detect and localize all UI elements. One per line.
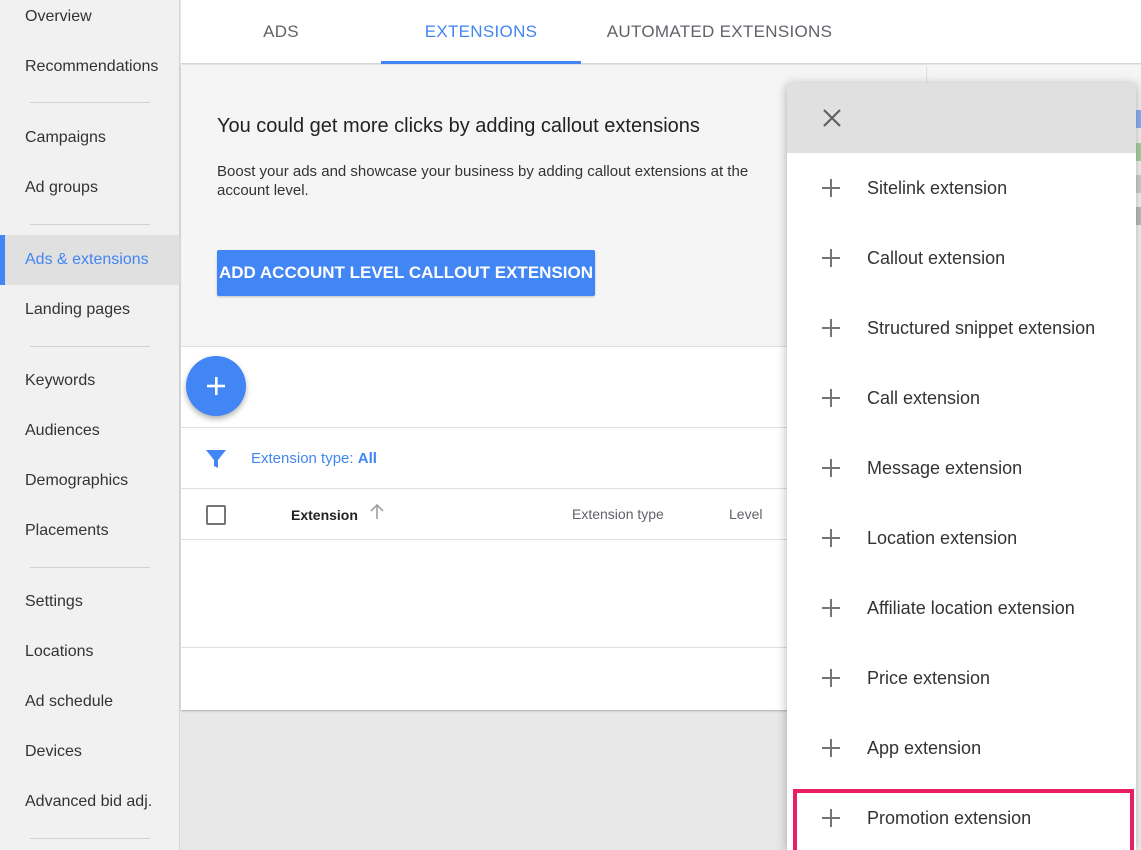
menu-item-label: Structured snippet extension	[867, 317, 1096, 338]
tab-automated-extensions[interactable]: AUTOMATED EXTENSIONS	[581, 0, 858, 64]
plus-icon	[822, 739, 840, 757]
sort-ascending-icon[interactable]	[369, 503, 385, 521]
plus-icon	[822, 389, 840, 407]
sidebar-divider	[30, 567, 150, 568]
menu-item-label: App extension	[867, 737, 982, 758]
menu-header	[787, 83, 1136, 153]
sidebar-item-ad-groups[interactable]: Ad groups	[0, 163, 180, 213]
column-header-extension-type[interactable]: Extension type	[572, 506, 664, 522]
add-account-level-callout-extension-button[interactable]: ADD ACCOUNT LEVEL CALLOUT EXTENSION	[217, 250, 595, 296]
menu-item-label: Call extension	[867, 387, 981, 408]
promo-title: You could get more clicks by adding call…	[217, 115, 700, 137]
plus-icon	[822, 249, 840, 267]
add-extension-fab[interactable]	[186, 356, 246, 416]
sidebar-divider	[30, 838, 150, 839]
sidebar-item-demographics[interactable]: Demographics	[0, 456, 180, 506]
menu-item-location-extension[interactable]: Location extension	[787, 503, 1136, 573]
menu-item-label: Message extension	[867, 457, 1023, 478]
sidebar-divider	[30, 102, 150, 103]
menu-item-message-extension[interactable]: Message extension	[787, 433, 1136, 503]
menu-item-label: Sitelink extension	[867, 177, 1008, 198]
tab-extensions[interactable]: EXTENSIONS	[381, 0, 581, 64]
menu-item-label: Promotion extension	[867, 807, 1032, 828]
column-header-extension[interactable]: Extension	[291, 507, 358, 523]
plus-icon	[207, 377, 225, 395]
menu-item-price-extension[interactable]: Price extension	[787, 643, 1136, 713]
menu-item-label: Price extension	[867, 667, 991, 688]
sidebar-item-landing-pages[interactable]: Landing pages	[0, 285, 180, 335]
strip-mark	[1136, 143, 1141, 161]
sidebar-item-ad-schedule[interactable]: Ad schedule	[0, 677, 180, 727]
sidebar-divider	[30, 224, 150, 225]
sidebar-item-locations[interactable]: Locations	[0, 627, 180, 677]
sidebar-item-overview[interactable]: Overview	[0, 0, 180, 42]
close-icon	[823, 109, 841, 127]
menu-item-call-extension[interactable]: Call extension	[787, 363, 1136, 433]
menu-item-label: Location extension	[867, 527, 1018, 548]
menu-item-callout-extension[interactable]: Callout extension	[787, 223, 1136, 293]
close-button[interactable]	[819, 105, 845, 131]
sidebar-item-ads-extensions[interactable]: Ads & extensions	[0, 235, 180, 285]
sidebar-item-placements[interactable]: Placements	[0, 506, 180, 556]
strip-mark	[1136, 175, 1141, 193]
filter-value: All	[357, 450, 377, 467]
menu-item-promotion-extension[interactable]: Promotion extension	[787, 783, 1136, 850]
sidebar-item-advanced-bid-adj[interactable]: Advanced bid adj.	[0, 777, 180, 827]
sidebar-item-audiences[interactable]: Audiences	[0, 406, 180, 456]
add-extension-menu: Sitelink extension Callout extension Str…	[787, 83, 1136, 850]
strip-mark	[1136, 110, 1141, 128]
plus-icon	[822, 809, 840, 827]
column-header-level[interactable]: Level	[729, 506, 762, 522]
plus-icon	[822, 459, 840, 477]
plus-icon	[822, 529, 840, 547]
sidebar-item-settings[interactable]: Settings	[0, 577, 180, 627]
sidebar: Overview Recommendations Campaigns Ad gr…	[0, 0, 180, 850]
plus-icon	[822, 669, 840, 687]
plus-icon	[822, 179, 840, 197]
select-all-checkbox[interactable]	[206, 505, 226, 525]
sidebar-divider	[30, 346, 150, 347]
sidebar-item-recommendations[interactable]: Recommendations	[0, 42, 180, 92]
menu-item-label: Callout extension	[867, 247, 1006, 268]
plus-icon	[822, 599, 840, 617]
sidebar-item-keywords[interactable]: Keywords	[0, 356, 180, 406]
menu-item-sitelink-extension[interactable]: Sitelink extension	[787, 153, 1136, 223]
sidebar-item-devices[interactable]: Devices	[0, 727, 180, 777]
menu-item-app-extension[interactable]: App extension	[787, 713, 1136, 783]
extension-type-filter[interactable]: Extension type: All	[251, 450, 377, 467]
tab-bar: ADS EXTENSIONS AUTOMATED EXTENSIONS	[181, 0, 1141, 64]
filter-label: Extension type:	[251, 450, 354, 467]
menu-item-affiliate-location-extension[interactable]: Affiliate location extension	[787, 573, 1136, 643]
sidebar-item-campaigns[interactable]: Campaigns	[0, 113, 180, 163]
menu-item-structured-snippet-extension[interactable]: Structured snippet extension	[787, 293, 1136, 363]
plus-icon	[822, 319, 840, 337]
tab-ads[interactable]: ADS	[181, 0, 381, 64]
filter-icon[interactable]	[205, 448, 227, 470]
strip-mark	[1136, 207, 1141, 225]
promo-description: Boost your ads and showcase your busines…	[217, 163, 749, 199]
menu-item-label: Affiliate location extension	[867, 597, 1075, 618]
